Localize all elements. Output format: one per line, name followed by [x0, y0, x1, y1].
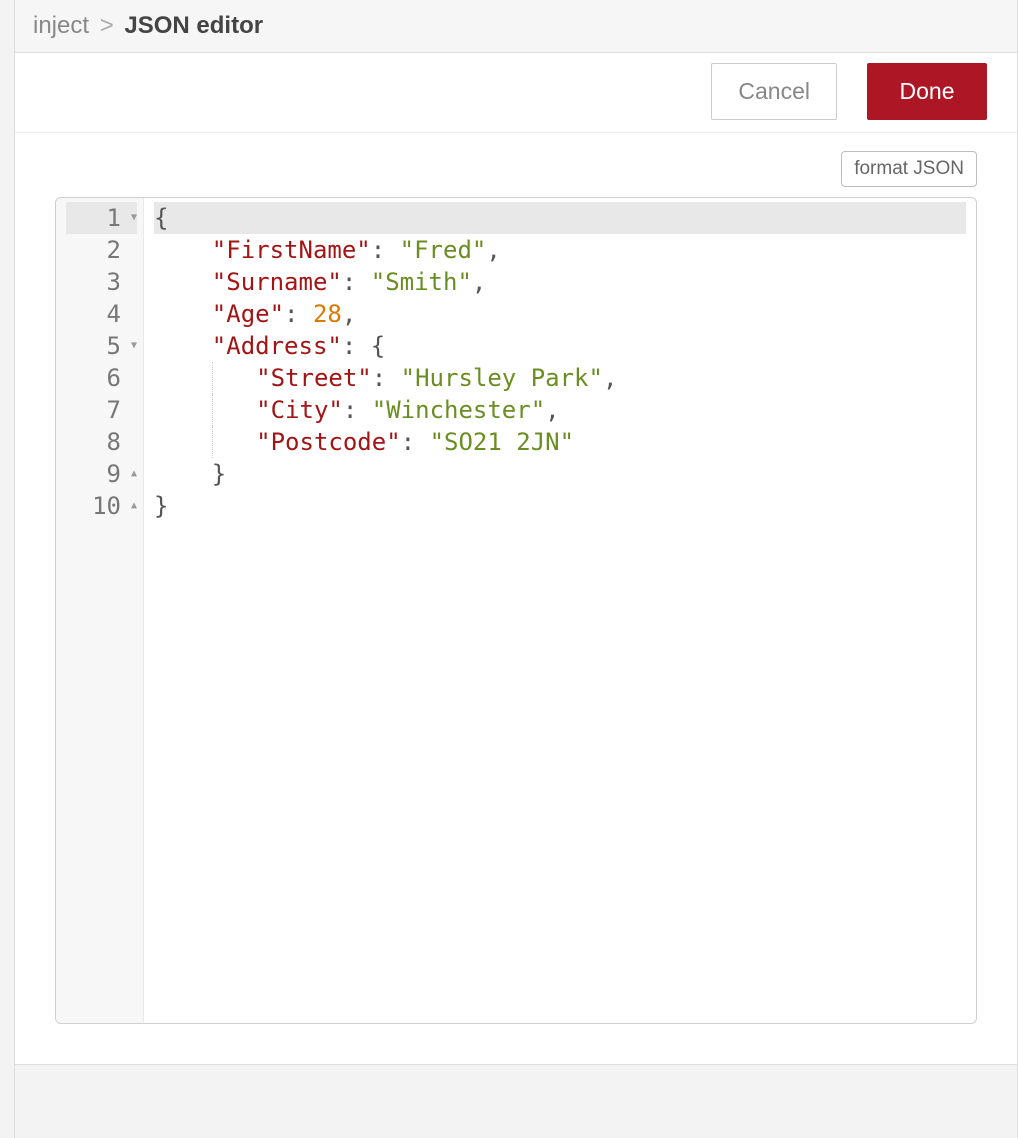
- line-number: 6: [107, 362, 121, 394]
- token-key: "FirstName": [212, 236, 371, 264]
- fold-down-icon[interactable]: ▼: [125, 202, 137, 234]
- token-punc: {: [154, 204, 168, 232]
- token-pad: [154, 364, 212, 392]
- line-number: 1: [107, 202, 121, 234]
- gutter-row: 1▼: [66, 202, 137, 234]
- code-line[interactable]: }: [154, 490, 966, 522]
- token-punc: :: [372, 364, 401, 392]
- token-str: "Fred": [400, 236, 487, 264]
- token-key: "Postcode": [256, 428, 401, 456]
- line-number: 9: [107, 458, 121, 490]
- token-str: "Hursley Park": [401, 364, 603, 392]
- breadcrumb-separator: >: [96, 12, 118, 39]
- code-line[interactable]: "Surname": "Smith",: [154, 266, 966, 298]
- gutter-row: 2: [66, 234, 137, 266]
- gutter-row: 8: [66, 426, 137, 458]
- gutter-row: 10▲: [66, 490, 137, 522]
- line-number: 5: [107, 330, 121, 362]
- code-line[interactable]: }: [154, 458, 966, 490]
- code-line[interactable]: "Age": 28,: [154, 298, 966, 330]
- editor-panel: inject > JSON editor Cancel Done format …: [14, 0, 1018, 1138]
- token-pad: [213, 428, 256, 456]
- gutter-row: 6: [66, 362, 137, 394]
- token-punc: : {: [342, 332, 385, 360]
- token-key: "Street": [256, 364, 372, 392]
- toolbar: Cancel Done: [15, 53, 1017, 133]
- gutter-row: 4: [66, 298, 137, 330]
- token-str: "SO21 2JN": [430, 428, 575, 456]
- token-punc: :: [401, 428, 430, 456]
- gutter-row: 5▼: [66, 330, 137, 362]
- token-punc: :: [342, 268, 371, 296]
- token-punc: :: [284, 300, 313, 328]
- line-number: 2: [107, 234, 121, 266]
- token-key: "Surname": [212, 268, 342, 296]
- fold-up-icon[interactable]: ▲: [125, 490, 137, 522]
- fold-up-icon[interactable]: ▲: [125, 458, 137, 490]
- done-button[interactable]: Done: [867, 63, 987, 120]
- line-number: 8: [107, 426, 121, 458]
- token-pad: [154, 428, 212, 456]
- token-pad: [154, 460, 212, 488]
- breadcrumb-root[interactable]: inject: [33, 12, 89, 39]
- code-line[interactable]: "Street": "Hursley Park",: [154, 362, 966, 394]
- breadcrumb: inject > JSON editor: [15, 0, 1017, 53]
- cancel-button[interactable]: Cancel: [711, 63, 837, 120]
- content-area: format JSON 1▼2345▼6789▲10▲ { "FirstName…: [15, 133, 1017, 1064]
- code-line[interactable]: {: [154, 202, 966, 234]
- token-punc: ,: [603, 364, 617, 392]
- footer-gap: [15, 1064, 1017, 1138]
- token-punc: :: [371, 236, 400, 264]
- token-num: 28: [313, 300, 342, 328]
- line-number: 3: [107, 266, 121, 298]
- line-number: 7: [107, 394, 121, 426]
- token-pad: [213, 396, 256, 424]
- gutter: 1▼2345▼6789▲10▲: [56, 198, 144, 1023]
- format-row: format JSON: [55, 151, 977, 187]
- token-punc: }: [212, 460, 226, 488]
- code-line[interactable]: "Postcode": "SO21 2JN": [154, 426, 966, 458]
- token-punc: ,: [545, 396, 559, 424]
- token-pad: [154, 396, 212, 424]
- token-str: "Winchester": [372, 396, 545, 424]
- token-punc: }: [154, 492, 168, 520]
- line-number: 10: [92, 490, 121, 522]
- line-number: 4: [107, 298, 121, 330]
- code-line[interactable]: "Address": {: [154, 330, 966, 362]
- token-pad: [154, 236, 212, 264]
- token-punc: ,: [486, 236, 500, 264]
- code-line[interactable]: "City": "Winchester",: [154, 394, 966, 426]
- token-key: "City": [256, 396, 343, 424]
- token-punc: :: [343, 396, 372, 424]
- fold-down-icon[interactable]: ▼: [125, 330, 137, 362]
- gutter-row: 9▲: [66, 458, 137, 490]
- token-pad: [154, 332, 212, 360]
- code-area[interactable]: { "FirstName": "Fred", "Surname": "Smith…: [144, 198, 976, 1023]
- gutter-row: 3: [66, 266, 137, 298]
- code-line[interactable]: "FirstName": "Fred",: [154, 234, 966, 266]
- code-editor[interactable]: 1▼2345▼6789▲10▲ { "FirstName": "Fred", "…: [55, 197, 977, 1024]
- format-json-button[interactable]: format JSON: [841, 151, 977, 187]
- breadcrumb-current: JSON editor: [124, 12, 263, 39]
- token-key: "Age": [212, 300, 284, 328]
- token-punc: ,: [472, 268, 486, 296]
- token-punc: ,: [342, 300, 356, 328]
- token-pad: [213, 364, 256, 392]
- token-key: "Address": [212, 332, 342, 360]
- token-str: "Smith": [371, 268, 472, 296]
- gutter-row: 7: [66, 394, 137, 426]
- token-pad: [154, 268, 212, 296]
- token-pad: [154, 300, 212, 328]
